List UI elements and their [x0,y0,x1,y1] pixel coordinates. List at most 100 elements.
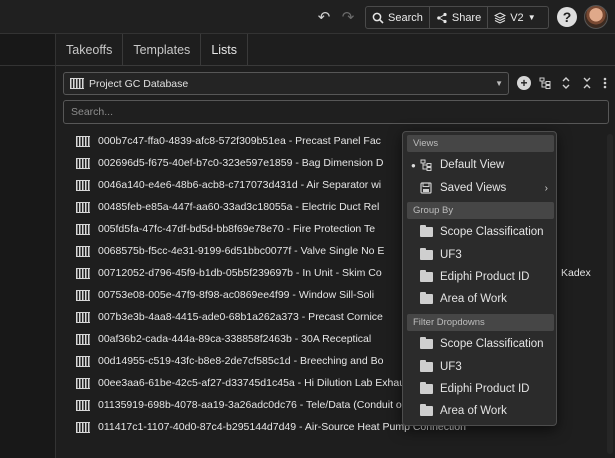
list-item-label: 00712052-d796-45f9-b1db-05b5f239697b - I… [98,267,382,279]
toolbar-button-group: Search Share V2 ▼ [365,6,549,29]
menu-item-label: Default View [440,159,505,171]
menu-item-filter-uf3[interactable]: UF3 [403,356,556,378]
tab-templates[interactable]: Templates [123,34,202,66]
barcode-icon [76,267,90,279]
collapse-all-icon[interactable] [579,75,595,91]
undo-icon[interactable]: ↶ [315,8,333,26]
list-item[interactable]: 002696d5-f675-40ef-b7c0-323e597e1859 - B… [76,152,383,174]
list-item-label: 002696d5-f675-40ef-b7c0-323e597e1859 - B… [98,157,384,169]
barcode-icon [76,289,90,301]
menu-item-label: Area of Work [440,405,507,417]
redo-icon[interactable]: ↷ [339,8,357,26]
barcode-icon [76,201,90,213]
menu-item-label: Ediphi Product ID [440,271,530,283]
chevron-down-icon: ▼ [495,79,503,88]
avatar[interactable] [584,5,608,29]
menu-item-label: Area of Work [440,293,507,305]
search-button-label: Search [388,11,423,24]
folder-icon [419,360,433,372]
menu-item-saved-views[interactable]: Saved Views › [403,177,556,199]
lists-panel: Takeoffs Templates Lists Project GC Data… [56,34,615,458]
list-item[interactable]: 00712052-d796-45f9-b1db-05b5f239697b - I… [76,262,382,284]
folder-icon [419,248,433,260]
list-item-label: 007b3e3b-4aa8-4415-ade0-68b1a262a373 - P… [98,311,383,323]
list-item[interactable]: 007b3e3b-4aa8-4415-ade0-68b1a262a373 - P… [76,306,383,328]
chevron-down-icon: ▼ [527,13,536,22]
barcode-icon [76,223,90,235]
list-item-label: 00af36b2-cada-444a-89ca-338858f2463b - 3… [98,333,372,345]
barcode-icon [76,245,90,257]
menu-item-label: Saved Views [440,182,507,194]
panel-tabs: Takeoffs Templates Lists [56,34,615,66]
menu-item-filter-ediphi-product-id[interactable]: Ediphi Product ID [403,378,556,400]
barcode-icon [76,421,90,433]
tab-lists[interactable]: Lists [201,34,249,66]
left-pane [0,34,56,458]
list-item-label: 00485feb-e85a-447f-aa60-33ad3c18055a - E… [98,201,380,213]
layers-icon [494,11,507,24]
list-item-label: 00d14955-c519-43fc-b8e8-2de7cf585c1d - B… [98,355,384,367]
list-item[interactable]: 000b7c47-ffa0-4839-afc8-572f309b51ea - P… [76,130,381,152]
menu-item-label: UF3 [440,249,462,261]
list-item[interactable]: 00753e08-005e-47f9-8f98-ac0869ee4f99 - W… [76,284,374,306]
barcode-icon [70,78,84,89]
hierarchy-icon [419,159,433,171]
folder-icon [419,337,433,349]
barcode-icon [76,377,90,389]
tab-takeoffs[interactable]: Takeoffs [56,34,124,66]
barcode-icon [76,179,90,191]
save-icon [419,182,433,194]
expand-collapse-icon[interactable] [558,75,574,91]
search-icon [372,12,384,24]
list-scrollbar[interactable] [607,134,613,454]
menu-item-group-scope-classification[interactable]: Scope Classification [403,221,556,243]
list-item-label: 00753e08-005e-47f9-8f98-ac0869ee4f99 - W… [98,289,375,301]
menu-item-group-uf3[interactable]: UF3 [403,244,556,266]
group-by-section-header: Group By [407,202,554,219]
menu-item-group-area-of-work[interactable]: Area of Work [403,288,556,310]
list-item-label: 00ee3aa6-61be-42c5-af27-d33745d1c45a - H… [98,377,435,389]
chevron-right-icon: › [544,182,548,194]
list-search-input[interactable] [63,100,609,124]
hierarchy-icon[interactable] [537,75,553,91]
list-item[interactable]: 01135919-698b-4078-aa19-3a26adc0dc76 - T… [76,394,419,416]
list-item[interactable]: 0046a140-e4e6-48b6-acb8-c717073d431d - A… [76,174,381,196]
menu-item-group-ediphi-product-id[interactable]: Ediphi Product ID [403,266,556,288]
search-button[interactable]: Search [366,7,430,28]
barcode-icon [76,355,90,367]
menu-item-filter-scope-classification[interactable]: Scope Classification [403,333,556,355]
menu-item-label: Scope Classification [440,338,544,350]
menu-item-filter-area-of-work[interactable]: Area of Work [403,400,556,422]
version-dropdown[interactable]: V2 ▼ [488,7,541,28]
share-button-label: Share [451,11,482,24]
barcode-icon [76,157,90,169]
database-select[interactable]: Project GC Database ▼ [63,72,509,95]
barcode-icon [76,333,90,345]
list-item[interactable]: 00485feb-e85a-447f-aa60-33ad3c18055a - E… [76,196,379,218]
more-options-icon[interactable] [597,75,613,91]
add-icon[interactable]: + [517,76,531,90]
share-button[interactable]: Share [430,7,489,28]
divider [0,65,56,66]
menu-item-default-view[interactable]: ● Default View [403,154,556,176]
folder-icon [419,382,433,394]
list-item[interactable]: 00af36b2-cada-444a-89ca-338858f2463b - 3… [76,328,371,350]
folder-icon [419,225,433,237]
list-item[interactable]: 00ee3aa6-61be-42c5-af27-d33745d1c45a - H… [76,372,434,394]
list-item[interactable]: 005fd5fa-47fc-47df-bd5d-bb8f69e78e70 - F… [76,218,375,240]
menu-item-label: UF3 [440,361,462,373]
list-item[interactable]: 0068575b-f5cc-4e31-9199-6d51bbc0077f - V… [76,240,384,262]
folder-icon [419,292,433,304]
version-label: V2 [510,11,524,24]
barcode-icon [76,135,90,147]
help-icon[interactable]: ? [557,7,577,27]
folder-icon [419,404,433,416]
top-toolbar: ↶ ↷ Search Share V2 ▼ ? [0,0,615,34]
list-item-label: 0046a140-e4e6-48b6-acb8-c717073d431d - A… [98,179,382,191]
list-item[interactable]: 00d14955-c519-43fc-b8e8-2de7cf585c1d - B… [76,350,383,372]
list-item-label: 0068575b-f5cc-4e31-9199-6d51bbc0077f - V… [98,245,385,257]
selected-bullet-icon: ● [411,160,416,170]
list-item-label: 005fd5fa-47fc-47df-bd5d-bb8f69e78e70 - F… [98,223,376,235]
folder-icon [419,270,433,282]
share-icon [437,12,447,23]
